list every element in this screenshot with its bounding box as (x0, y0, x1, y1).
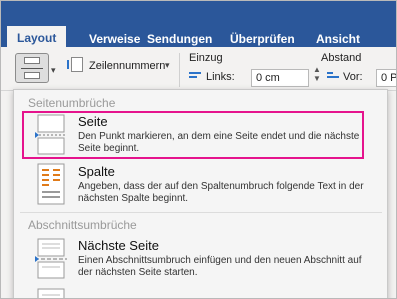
page-break-title: Seite (78, 114, 108, 129)
indent-left-icon (189, 72, 201, 82)
page-break-desc: Den Punkt markieren, an dem eine Seite e… (78, 131, 360, 154)
ribbon-tab-bar: Layout Verweise Sendungen Überprüfen Ans… (1, 1, 396, 48)
column-break-title: Spalte (78, 164, 115, 179)
spacing-label: Abstand (321, 52, 362, 64)
breaks-menu: Seitenumbrüche Seite Den Punkt markieren… (13, 89, 388, 298)
line-numbers-button[interactable]: Zeilennummern (89, 60, 165, 72)
menu-item-next-page[interactable]: Nächste Seite Einen Abschnittsumbruch ei… (20, 236, 376, 286)
left-indent-stepper[interactable]: ▲ ▼ (313, 65, 321, 83)
spacing-before-label: Vor: (343, 71, 363, 83)
indent-label: Einzug (189, 52, 223, 64)
ribbon-separator (179, 53, 180, 87)
line-numbers-dropdown-arrow[interactable]: ▾ (165, 60, 170, 71)
page-break-icon (35, 114, 67, 155)
breaks-button[interactable] (15, 53, 49, 83)
next-page-break-icon (35, 238, 67, 279)
spacing-before-icon (327, 72, 339, 82)
page-break-icon (24, 57, 40, 64)
left-indent-input[interactable]: 0 cm (251, 69, 309, 87)
section-breaks-header: Abschnittsumbrüche (28, 218, 137, 232)
line-numbers-icon[interactable] (67, 57, 83, 72)
column-break-desc: Angeben, dass der auf den Spaltenumbruch… (78, 181, 364, 204)
word-window: Layout Verweise Sendungen Überprüfen Ans… (0, 0, 397, 299)
page-breaks-header: Seitenumbrüche (28, 96, 116, 110)
page-break-icon-lower (24, 72, 40, 79)
continuous-break-icon (37, 288, 65, 298)
menu-item-page-break[interactable]: Seite Den Punkt markieren, an dem eine S… (20, 112, 376, 162)
break-line (21, 68, 43, 69)
breaks-dropdown-arrow[interactable]: ▾ (51, 65, 56, 76)
ribbon-body: ▾ Zeilennummern ▾ Einzug Links: 0 cm ▲ ▼ … (1, 47, 396, 91)
left-indent-label: Links: (206, 71, 235, 83)
menu-separator (20, 212, 382, 213)
tab-layout[interactable]: Layout (7, 26, 67, 48)
menu-item-column-break[interactable]: Spalte Angeben, dass der auf den Spalten… (20, 162, 376, 212)
spacing-before-input[interactable]: 0 P (376, 69, 396, 87)
column-break-icon (37, 163, 65, 205)
next-page-desc: Einen Abschnittsumbruch einfügen und den… (78, 255, 362, 278)
next-page-title: Nächste Seite (78, 238, 159, 253)
